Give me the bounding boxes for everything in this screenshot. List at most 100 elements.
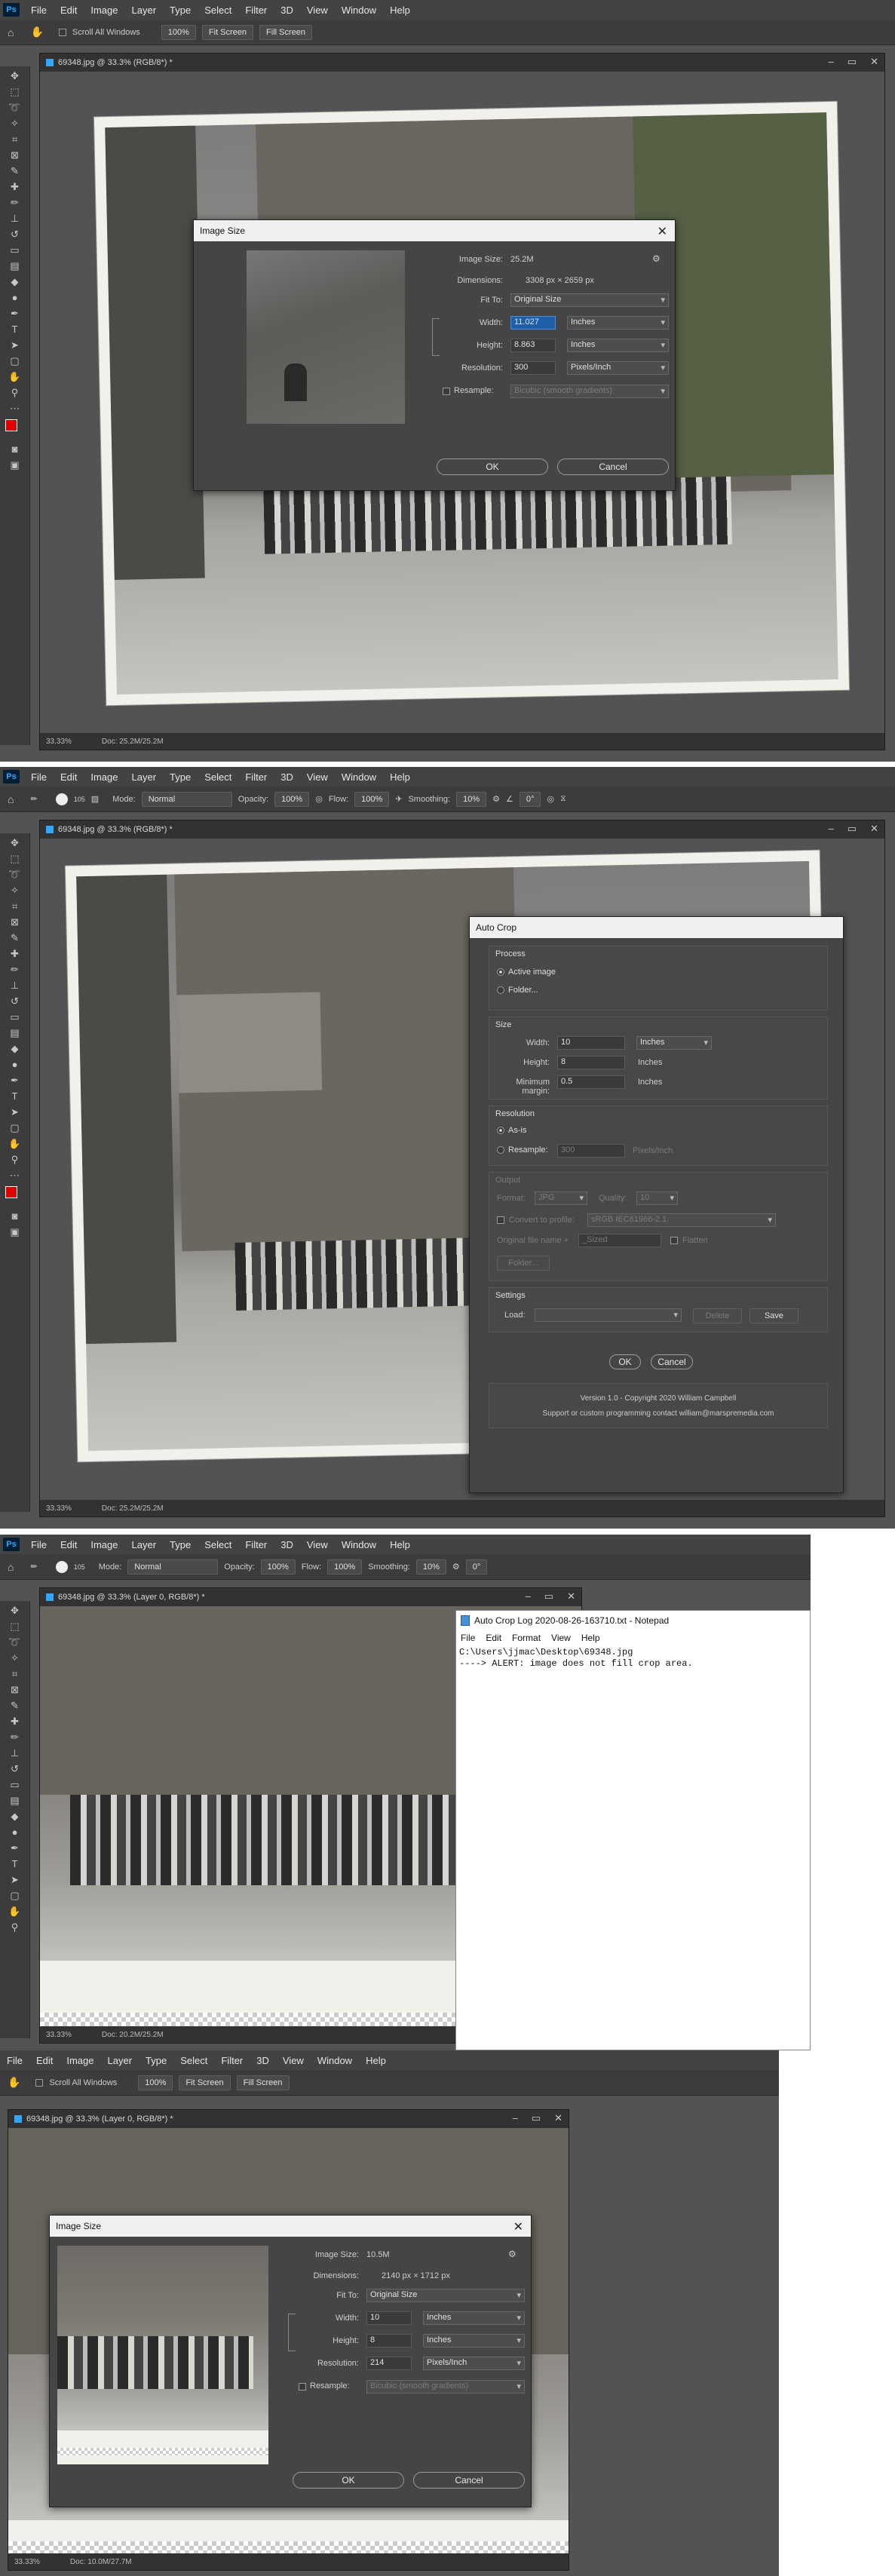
close-icon[interactable]: ✕ [513, 2219, 523, 2234]
height-field[interactable]: 8 [366, 2334, 412, 2348]
pressure-opacity-icon[interactable]: ◎ [315, 794, 323, 804]
zoom-tool-icon[interactable]: ⚲ [8, 1155, 22, 1165]
gear-icon[interactable]: ⚙ [452, 1562, 460, 1572]
link-bracket-icon[interactable] [288, 2314, 296, 2351]
magic-wand-icon[interactable]: ✧ [8, 885, 22, 896]
eraser-tool-icon[interactable]: ▭ [8, 1780, 22, 1790]
path-select-icon[interactable]: ➤ [8, 1875, 22, 1885]
quick-mask-icon[interactable]: ◙ [8, 444, 22, 455]
frame-tool-icon[interactable]: ⊠ [8, 917, 22, 928]
document-tab[interactable]: 69348.jpg @ 33.3% (Layer 0, RGB/8*) * – ▭… [8, 2110, 569, 2128]
menu-file[interactable]: File [24, 1539, 54, 1550]
color-swatches-icon[interactable] [5, 419, 25, 439]
scroll-all-checkbox[interactable] [35, 2078, 44, 2087]
angle-field[interactable]: 0° [519, 791, 541, 807]
resample-select[interactable]: Bicubic (smooth gradients) [510, 385, 669, 398]
crop-tool-icon[interactable]: ⌗ [8, 134, 22, 145]
zoom-level[interactable]: 33.33% [46, 2031, 72, 2039]
menu-view[interactable]: View [300, 771, 335, 783]
resample-select[interactable]: Bicubic (smooth gradients) [366, 2380, 525, 2394]
opacity-field[interactable]: 100% [274, 791, 310, 807]
pressure-size-icon[interactable]: ◎ [547, 794, 554, 804]
notepad-menu-view[interactable]: View [551, 1633, 571, 1643]
width-field[interactable]: 10 [557, 1036, 625, 1050]
history-brush-icon[interactable]: ↺ [8, 229, 22, 240]
eyedropper-icon[interactable]: ✎ [8, 1700, 22, 1711]
angle-icon[interactable]: ∠ [506, 794, 513, 804]
close-icon[interactable]: ✕ [870, 823, 878, 835]
minimize-icon[interactable]: – [526, 1590, 531, 1602]
height-unit-select[interactable]: Inches [423, 2334, 525, 2348]
magic-wand-icon[interactable]: ✧ [8, 1653, 22, 1664]
mode-select[interactable]: Normal [141, 791, 232, 807]
hand-tool-icon[interactable]: ✋ [8, 2076, 20, 2089]
home-icon[interactable]: ⌂ [8, 793, 14, 805]
marquee-tool-icon[interactable]: ⬚ [8, 1621, 22, 1632]
minimize-icon[interactable]: – [829, 56, 834, 68]
eyedropper-icon[interactable]: ✎ [8, 933, 22, 943]
notepad-text-area[interactable]: C:\Users\jjmac\Desktop\69348.jpg ----> A… [456, 1645, 810, 1671]
zoom-tool-icon[interactable]: ⚲ [8, 1922, 22, 1933]
opacity-field[interactable]: 100% [260, 1559, 296, 1575]
type-tool-icon[interactable]: T [8, 324, 22, 335]
menu-edit[interactable]: Edit [54, 5, 84, 16]
dodge-tool-icon[interactable]: ● [8, 1060, 22, 1070]
menu-help[interactable]: Help [383, 1539, 417, 1550]
active-image-radio[interactable]: Active image [497, 968, 556, 977]
maximize-icon[interactable]: ▭ [544, 1590, 553, 1602]
zoom-level[interactable]: 33.33% [14, 2558, 40, 2566]
folder-radio[interactable]: Folder... [497, 986, 538, 995]
home-icon[interactable]: ⌂ [8, 1561, 14, 1573]
zoom-100-button[interactable]: 100% [138, 2075, 173, 2090]
maximize-icon[interactable]: ▭ [532, 2112, 541, 2124]
stamp-tool-icon[interactable]: ⊥ [8, 980, 22, 991]
preview-image[interactable] [247, 250, 405, 424]
document-tab[interactable]: 69348.jpg @ 33.3% (Layer 0, RGB/8*) * – ▭… [40, 1588, 581, 1606]
gear-icon[interactable]: ⚙ [492, 794, 500, 804]
menu-filter[interactable]: Filter [214, 2055, 250, 2066]
stamp-tool-icon[interactable]: ⊥ [8, 1748, 22, 1759]
frame-tool-icon[interactable]: ⊠ [8, 1685, 22, 1695]
lasso-tool-icon[interactable]: ➰ [8, 869, 22, 880]
scroll-all-checkbox[interactable] [58, 28, 66, 36]
width-field[interactable]: 10 [366, 2311, 412, 2325]
hand-tool-icon[interactable]: ✋ [8, 1906, 22, 1917]
maximize-icon[interactable]: ▭ [847, 823, 857, 835]
brush-preset-icon[interactable] [55, 793, 68, 805]
menu-edit[interactable]: Edit [29, 2055, 60, 2066]
menu-filter[interactable]: Filter [238, 5, 274, 16]
menu-layer[interactable]: Layer [125, 771, 164, 783]
screen-mode-icon[interactable]: ▣ [8, 1227, 22, 1237]
menu-view[interactable]: View [300, 5, 335, 16]
menu-window[interactable]: Window [335, 5, 383, 16]
ok-button[interactable]: OK [609, 1354, 641, 1369]
convert-checkbox[interactable] [497, 1216, 504, 1224]
notepad-menu-edit[interactable]: Edit [486, 1633, 501, 1643]
healing-brush-icon[interactable]: ✚ [8, 949, 22, 959]
menu-window[interactable]: Window [335, 771, 383, 783]
resolution-field[interactable]: 300 [510, 361, 556, 375]
menu-file[interactable]: File [0, 2055, 29, 2066]
width-unit-select[interactable]: Inches [567, 316, 669, 330]
close-icon[interactable]: ✕ [870, 56, 878, 68]
profile-select[interactable]: sRGB IEC61966-2.1 [587, 1213, 776, 1227]
menu-3d[interactable]: 3D [274, 1539, 300, 1550]
healing-brush-icon[interactable]: ✚ [8, 182, 22, 192]
load-select[interactable] [535, 1308, 682, 1322]
ok-button[interactable]: OK [437, 458, 548, 475]
close-icon[interactable]: ✕ [554, 2112, 562, 2124]
fit-to-select[interactable]: Original Size [510, 293, 669, 307]
fill-screen-button[interactable]: Fill Screen [236, 2075, 290, 2090]
width-field[interactable]: 11.027 [510, 316, 556, 330]
pen-tool-icon[interactable]: ✒ [8, 1843, 22, 1854]
maximize-icon[interactable]: ▭ [847, 56, 857, 68]
output-folder-button[interactable]: Folder... [497, 1256, 550, 1271]
path-select-icon[interactable]: ➤ [8, 340, 22, 351]
close-icon[interactable]: ✕ [567, 1590, 575, 1602]
blur-tool-icon[interactable]: ◆ [8, 1044, 22, 1054]
brush-tool-icon[interactable]: ✏ [30, 794, 37, 804]
frame-tool-icon[interactable]: ⊠ [8, 150, 22, 161]
home-icon[interactable]: ⌂ [8, 26, 14, 38]
flatten-checkbox[interactable] [670, 1237, 678, 1244]
menu-type[interactable]: Type [139, 2055, 173, 2066]
